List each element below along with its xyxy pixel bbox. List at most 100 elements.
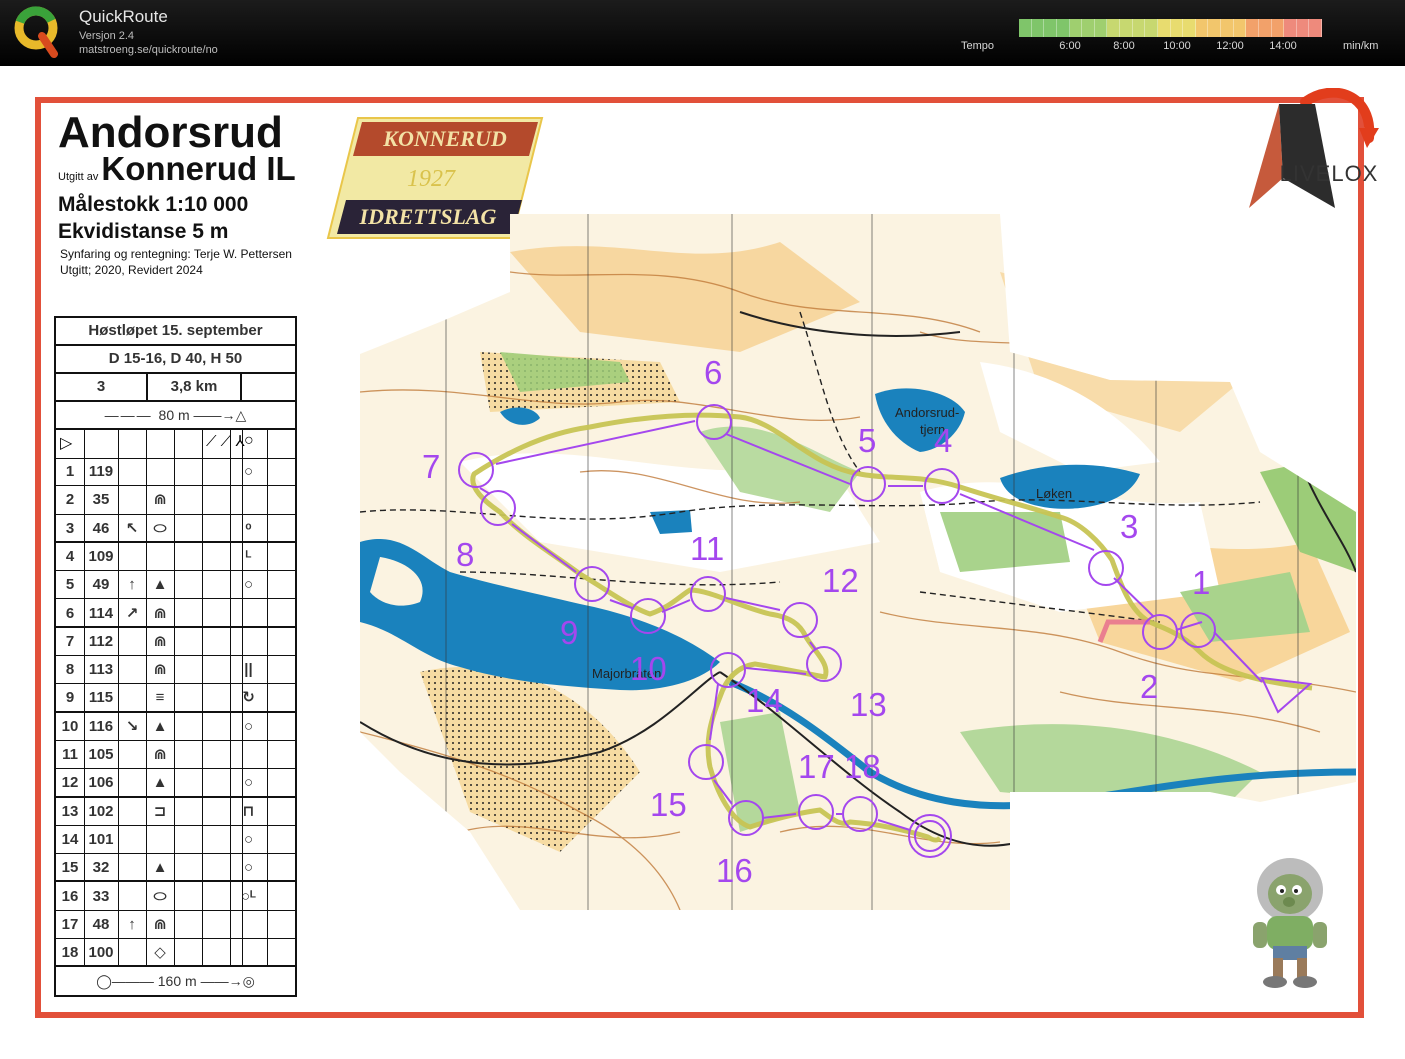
lake-label-loken: Løken	[1036, 486, 1072, 501]
control-which-feature	[118, 798, 146, 826]
control-number: 18	[844, 748, 881, 785]
control-feature-symbol: ≡	[155, 689, 165, 707]
livelox-text: LIVELOX	[1280, 161, 1379, 186]
tempo-unit: min/km	[1343, 40, 1379, 52]
tempo-scale-cell	[1208, 19, 1221, 37]
control-code: 113	[88, 661, 114, 679]
control-number: 11	[690, 530, 724, 567]
course-info-row: 3 3,8 km	[56, 374, 295, 402]
course-length: 3,8 km	[170, 378, 218, 395]
control-location-symbol: ○	[243, 717, 254, 735]
control-number: 17	[798, 748, 835, 785]
control-order: 8	[65, 661, 75, 679]
control-location-symbol: ○	[243, 463, 254, 480]
control-which-feature	[118, 883, 146, 911]
control-location-symbol: ᴸ	[245, 547, 252, 565]
tempo-scale-cell	[1094, 19, 1108, 37]
control-which-feature: ↑	[128, 576, 136, 594]
tempo-scale-cell	[1309, 19, 1322, 37]
control-feature-symbol: ⬭	[153, 519, 167, 537]
publisher-name: Konnerud IL	[101, 150, 296, 187]
control-row: 13 102 ⊐ ⊓	[56, 798, 295, 826]
control-number: 13	[850, 686, 887, 723]
control-location-symbol	[230, 486, 267, 514]
tempo-scale-cell	[1195, 19, 1209, 37]
control-location-symbol: ↻	[242, 689, 255, 707]
control-order: 1	[65, 463, 75, 480]
control-order: 15	[61, 859, 79, 877]
control-location-symbol	[230, 911, 267, 939]
tempo-scale-cell	[1056, 19, 1070, 37]
orienteering-map: Andorsrud- tjern Løken Majorbråten 1 2 3…	[360, 214, 1356, 910]
control-code: 119	[88, 463, 114, 480]
control-location-symbol: ||	[244, 661, 253, 679]
tempo-scale-cell	[1170, 19, 1184, 37]
control-feature-symbol: ▲	[152, 774, 168, 792]
control-which-feature	[118, 769, 146, 797]
control-location-symbol	[230, 939, 267, 967]
tempo-tick: 10:00	[1163, 40, 1191, 52]
publisher-row: Utgitt avKonnerud IL	[58, 150, 296, 188]
control-number: 1	[1192, 564, 1210, 601]
app-url[interactable]: matstroeng.se/quickroute/no	[79, 44, 218, 56]
control-which-feature	[118, 684, 146, 712]
control-feature-symbol: ⋒	[153, 632, 167, 650]
tempo-scale-cell	[1296, 19, 1310, 37]
control-number: 15	[650, 786, 687, 823]
control-row: 4 109 ᴸ	[56, 543, 295, 572]
control-order: 5	[65, 576, 75, 594]
control-row: 18 100 ◇	[56, 939, 295, 968]
control-order: 9	[65, 689, 75, 707]
grid-line	[146, 430, 147, 968]
control-feature-symbol: ⋒	[153, 746, 167, 763]
app-version: Versjon 2.4	[79, 30, 135, 42]
control-code: 100	[88, 944, 114, 962]
tempo-scale-cell	[1120, 19, 1133, 37]
course-number: 3	[96, 378, 106, 395]
control-code: 106	[88, 774, 114, 792]
control-order: 6	[65, 604, 75, 622]
control-row: 2 35 ⋒	[56, 486, 295, 515]
control-code: 32	[92, 859, 110, 877]
tempo-scale-cell	[1271, 19, 1285, 37]
control-feature-symbol: ◇	[154, 944, 166, 962]
start-route-length: 80 m	[158, 407, 190, 423]
control-row: 14 101 ○	[56, 826, 295, 855]
control-which-feature	[118, 458, 146, 486]
control-feature-symbol: ⋒	[153, 604, 167, 622]
grid-line	[174, 430, 175, 968]
control-which-feature: ↖	[125, 519, 139, 537]
control-location-symbol: ○	[243, 576, 254, 594]
control-order: 10	[61, 717, 79, 735]
tempo-scale-cell	[1031, 19, 1045, 37]
control-code: 116	[88, 717, 114, 735]
control-number: 9	[560, 614, 578, 651]
finish-route-row: ◯——— 160 m ——→◎	[96, 973, 255, 989]
control-number: 12	[822, 562, 859, 599]
tempo-scale-cell	[1221, 19, 1234, 37]
control-code: 33	[92, 887, 110, 905]
control-which-feature: ↘	[125, 717, 139, 735]
control-which-feature	[118, 826, 146, 854]
control-feature-symbol: ⋒	[153, 915, 167, 933]
top-bar: QuickRoute Versjon 2.4 matstroeng.se/qui…	[0, 0, 1405, 66]
control-code: 48	[92, 915, 110, 933]
tempo-scale-cell	[1044, 19, 1057, 37]
control-row: 16 33 ⬭ ○ᴸ	[56, 883, 295, 911]
tempo-tick: 12:00	[1216, 40, 1244, 52]
control-row: 7 112 ⋒	[56, 628, 295, 657]
finish-route-length: 160 m	[157, 973, 197, 989]
control-description-sheet: Høstløpet 15. september D 15-16, D 40, H…	[54, 316, 297, 997]
control-row: 3 46 ↖ ⬭ ᵒ	[56, 515, 295, 543]
control-order: 3	[65, 519, 75, 537]
control-order: 13	[61, 802, 79, 820]
control-row: 1 119 ○	[56, 458, 295, 487]
control-which-feature	[118, 939, 146, 967]
tempo-tick: 14:00	[1269, 40, 1297, 52]
control-number: 3	[1120, 508, 1138, 545]
map-credits: Synfaring og rentegning: Terje W. Petter…	[60, 247, 292, 261]
badge-year-text: 1927	[407, 166, 456, 192]
control-code: 112	[88, 632, 114, 650]
grid-line	[242, 430, 243, 968]
control-row: 9 115 ≡ ↻	[56, 684, 295, 713]
